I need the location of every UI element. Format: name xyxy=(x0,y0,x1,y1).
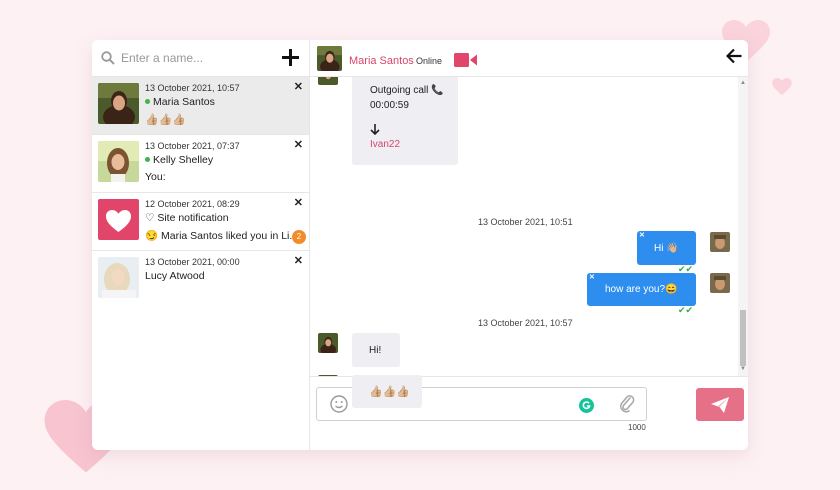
conversation-item[interactable]: 13 October 2021, 00:00 Lucy Atwood ✕ xyxy=(92,251,309,309)
avatar xyxy=(98,83,139,124)
avatar xyxy=(318,333,338,353)
online-status: Online xyxy=(416,56,443,66)
incoming-message-bubble: Hi! xyxy=(352,333,400,367)
scroll-down-icon[interactable]: ▼ xyxy=(740,366,746,372)
delete-message-icon[interactable]: ✕ xyxy=(639,231,645,239)
unread-badge: 2 xyxy=(292,230,306,244)
close-icon[interactable]: ✕ xyxy=(294,254,303,267)
chat-partner-name[interactable]: Maria Santos xyxy=(349,55,414,67)
close-icon[interactable]: ✕ xyxy=(294,138,303,151)
heart-decoration-icon xyxy=(772,78,792,96)
search-bar xyxy=(92,40,309,77)
conversation-name: Maria Santos xyxy=(145,96,215,108)
character-counter: 1000 xyxy=(628,423,646,432)
avatar xyxy=(98,257,139,298)
scrollbar[interactable]: ▲ ▼ xyxy=(738,77,748,376)
search-input[interactable] xyxy=(121,49,271,67)
video-call-icon[interactable] xyxy=(454,53,477,67)
outgoing-message-bubble: ✕ how are you?😄 xyxy=(587,273,696,306)
conversation-date: 13 October 2021, 10:57 xyxy=(145,83,240,93)
delete-message-icon[interactable]: ✕ xyxy=(589,273,595,281)
message-list: Outgoing call 📞 00:00:59 Ivan22 13 Octob… xyxy=(310,77,748,376)
chat-header: Maria Santos Online xyxy=(310,40,748,77)
conversation-item[interactable]: 12 October 2021, 08:29 ♡ Site notificati… xyxy=(92,193,309,251)
message-timestamp: 13 October 2021, 10:57 xyxy=(478,318,573,328)
scrollbar-thumb[interactable] xyxy=(740,310,746,366)
avatar xyxy=(710,232,730,252)
online-dot xyxy=(145,99,150,104)
online-dot xyxy=(145,157,150,162)
down-arrow-icon xyxy=(370,124,380,135)
emoji-icon[interactable] xyxy=(330,395,348,413)
back-arrow-icon[interactable] xyxy=(726,48,742,64)
call-message-bubble: Outgoing call 📞 00:00:59 Ivan22 xyxy=(352,77,458,165)
read-check-icon: ✔✔ xyxy=(678,305,694,315)
phone-icon: 📞 xyxy=(431,85,444,96)
message-text: Hi! xyxy=(369,345,382,356)
conversation-preview: 👍🏼👍🏼👍🏼 xyxy=(145,114,187,126)
avatar xyxy=(98,199,139,240)
send-button[interactable] xyxy=(696,388,744,421)
conversation-item[interactable]: 13 October 2021, 07:37 Kelly Shelley You… xyxy=(92,135,309,193)
message-text: Hi 👋🏼 xyxy=(654,243,679,254)
close-icon[interactable]: ✕ xyxy=(294,80,303,93)
conversation-date: 12 October 2021, 08:29 xyxy=(145,199,240,209)
conversation-date: 13 October 2021, 07:37 xyxy=(145,141,240,151)
avatar xyxy=(710,273,730,293)
message-text: how are you?😄 xyxy=(605,284,678,295)
message-timestamp: 13 October 2021, 10:51 xyxy=(478,217,573,227)
conversation-sidebar: 13 October 2021, 10:57 Maria Santos 👍🏼👍🏼… xyxy=(92,40,310,450)
avatar xyxy=(317,46,342,71)
attachment-icon[interactable] xyxy=(619,394,635,414)
conversation-name: Kelly Shelley xyxy=(145,154,213,166)
conversation-name: ♡ Site notification xyxy=(145,212,229,224)
conversation-item[interactable]: 13 October 2021, 10:57 Maria Santos 👍🏼👍🏼… xyxy=(92,77,309,135)
conversation-preview: You: xyxy=(145,171,166,183)
message-text: 👍🏼👍🏼👍🏼 xyxy=(369,386,411,398)
conversation-name: Lucy Atwood xyxy=(145,270,205,282)
call-user-link[interactable]: Ivan22 xyxy=(370,139,400,150)
conversation-preview: 😏 Maria Santos liked you in Li... xyxy=(145,230,299,242)
conversation-date: 13 October 2021, 00:00 xyxy=(145,257,240,267)
send-icon xyxy=(711,397,729,413)
call-duration: 00:00:59 xyxy=(370,100,409,111)
scroll-up-icon[interactable]: ▲ xyxy=(740,80,746,86)
chat-panel: Maria Santos Online Outgoing call 📞 00:0… xyxy=(310,40,748,450)
search-icon xyxy=(101,51,115,65)
add-conversation-icon[interactable] xyxy=(282,49,299,66)
incoming-message-bubble: 👍🏼👍🏼👍🏼 xyxy=(352,375,422,408)
avatar xyxy=(318,77,338,85)
call-info: Outgoing call 📞 xyxy=(370,85,444,96)
outgoing-message-bubble: ✕ Hi 👋🏼 xyxy=(637,231,696,265)
chat-window: 13 October 2021, 10:57 Maria Santos 👍🏼👍🏼… xyxy=(92,40,748,450)
close-icon[interactable]: ✕ xyxy=(294,196,303,209)
avatar xyxy=(98,141,139,182)
grammarly-icon[interactable] xyxy=(579,398,594,413)
